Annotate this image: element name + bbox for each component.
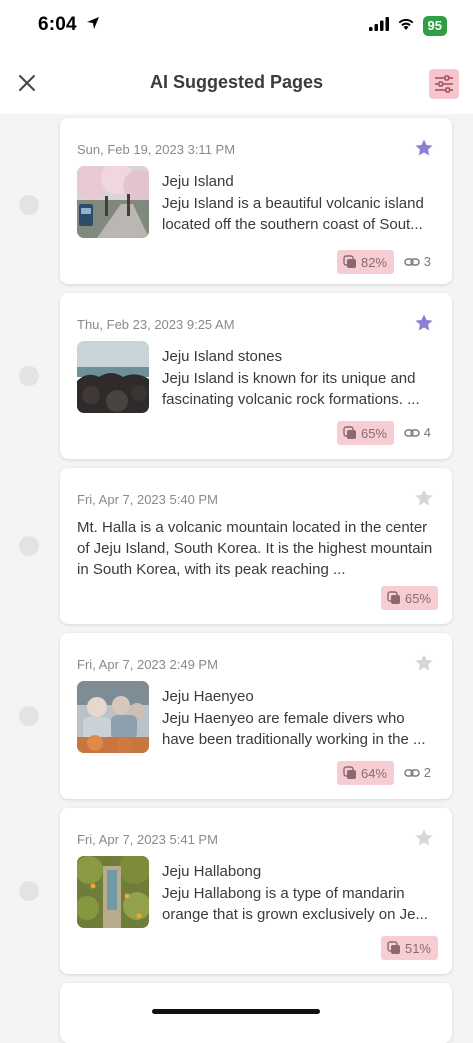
copy-icon (387, 941, 400, 954)
page-thumbnail (77, 341, 149, 413)
card-text: Mt. Halla is a volcanic mountain located… (77, 519, 433, 578)
score-value: 65% (360, 425, 387, 441)
links-count: 3 (404, 254, 431, 269)
status-bar: 6:04 95 (0, 0, 473, 56)
page-card[interactable]: Fri, Apr 7, 2023 2:49 PM Jeju Haenyeo Je… (60, 633, 452, 799)
sliders-icon (435, 75, 453, 93)
link-icon (404, 257, 420, 266)
page-card[interactable]: Sun, Feb 19, 2023 3:11 PM Jeju Island Je… (60, 118, 452, 284)
battery-indicator: 95 (422, 16, 447, 36)
page-thumbnail (77, 681, 149, 753)
copy-icon (387, 591, 400, 604)
page-thumbnail (77, 166, 149, 238)
link-icon (404, 768, 420, 777)
card-text: Jeju Island is a beautiful volcanic isla… (162, 195, 424, 233)
score-badge: 51% (380, 936, 438, 960)
page-card[interactable]: Thu, Feb 23, 2023 9:25 AM Jeju Island st… (60, 293, 452, 459)
card-date: Fri, Apr 7, 2023 5:41 PM (77, 832, 218, 847)
score-badge: 65% (336, 421, 394, 445)
app-header: AI Suggested Pages (0, 56, 473, 114)
cellular-signal-icon (368, 16, 389, 36)
score-value: 64% (360, 765, 387, 781)
score-badge: 64% (336, 761, 394, 785)
card-date: Fri, Apr 7, 2023 2:49 PM (77, 657, 218, 672)
select-radio[interactable] (19, 881, 39, 901)
links-value: 3 (423, 254, 431, 269)
links-count: 2 (404, 765, 431, 780)
page-card[interactable]: Fri, Apr 7, 2023 5:41 PM Jeju Hallabong … (60, 808, 452, 974)
copy-icon (343, 255, 356, 268)
card-date: Thu, Feb 23, 2023 9:25 AM (77, 317, 235, 332)
status-time-label: 6:04 (38, 14, 77, 36)
card-title: Jeju Haenyeo (162, 688, 254, 705)
star-icon[interactable] (414, 828, 434, 848)
filter-button[interactable] (429, 69, 459, 99)
card-text: Jeju Haenyeo are female divers who have … (162, 710, 426, 748)
status-icons: 95 (368, 16, 447, 36)
card-text: Jeju Hallabong is a type of mandarin ora… (162, 885, 428, 923)
location-arrow-icon (86, 14, 100, 36)
card-text: Jeju Island is known for its unique and … (162, 370, 420, 408)
star-icon[interactable] (414, 313, 434, 333)
status-time: 6:04 (38, 14, 100, 36)
score-badge: 82% (336, 250, 394, 274)
score-value: 82% (360, 254, 387, 270)
select-radio[interactable] (19, 195, 39, 215)
wifi-icon (397, 17, 415, 36)
links-value: 2 (423, 765, 431, 780)
score-badge: 65% (380, 586, 438, 610)
star-icon[interactable] (414, 138, 434, 158)
home-indicator[interactable] (152, 1009, 320, 1014)
star-icon[interactable] (414, 653, 434, 673)
card-date: Fri, Apr 7, 2023 5:40 PM (77, 492, 218, 507)
card-title: Jeju Hallabong (162, 863, 262, 880)
card-title: Jeju Island stones (162, 348, 283, 365)
copy-icon (343, 766, 356, 779)
page-card[interactable]: Fri, Apr 7, 2023 5:40 PM Mt. Halla is a … (60, 468, 452, 624)
links-count: 4 (404, 425, 431, 440)
score-value: 65% (404, 590, 431, 606)
card-title: Jeju Island (162, 173, 234, 190)
link-icon (404, 428, 420, 437)
star-icon[interactable] (414, 488, 434, 508)
select-radio[interactable] (19, 366, 39, 386)
page-thumbnail (77, 856, 149, 928)
score-value: 51% (404, 940, 431, 956)
select-radio[interactable] (19, 706, 39, 726)
links-value: 4 (423, 425, 431, 440)
card-date: Sun, Feb 19, 2023 3:11 PM (77, 142, 236, 157)
page-title: AI Suggested Pages (149, 72, 324, 92)
select-radio[interactable] (19, 536, 39, 556)
copy-icon (343, 426, 356, 439)
